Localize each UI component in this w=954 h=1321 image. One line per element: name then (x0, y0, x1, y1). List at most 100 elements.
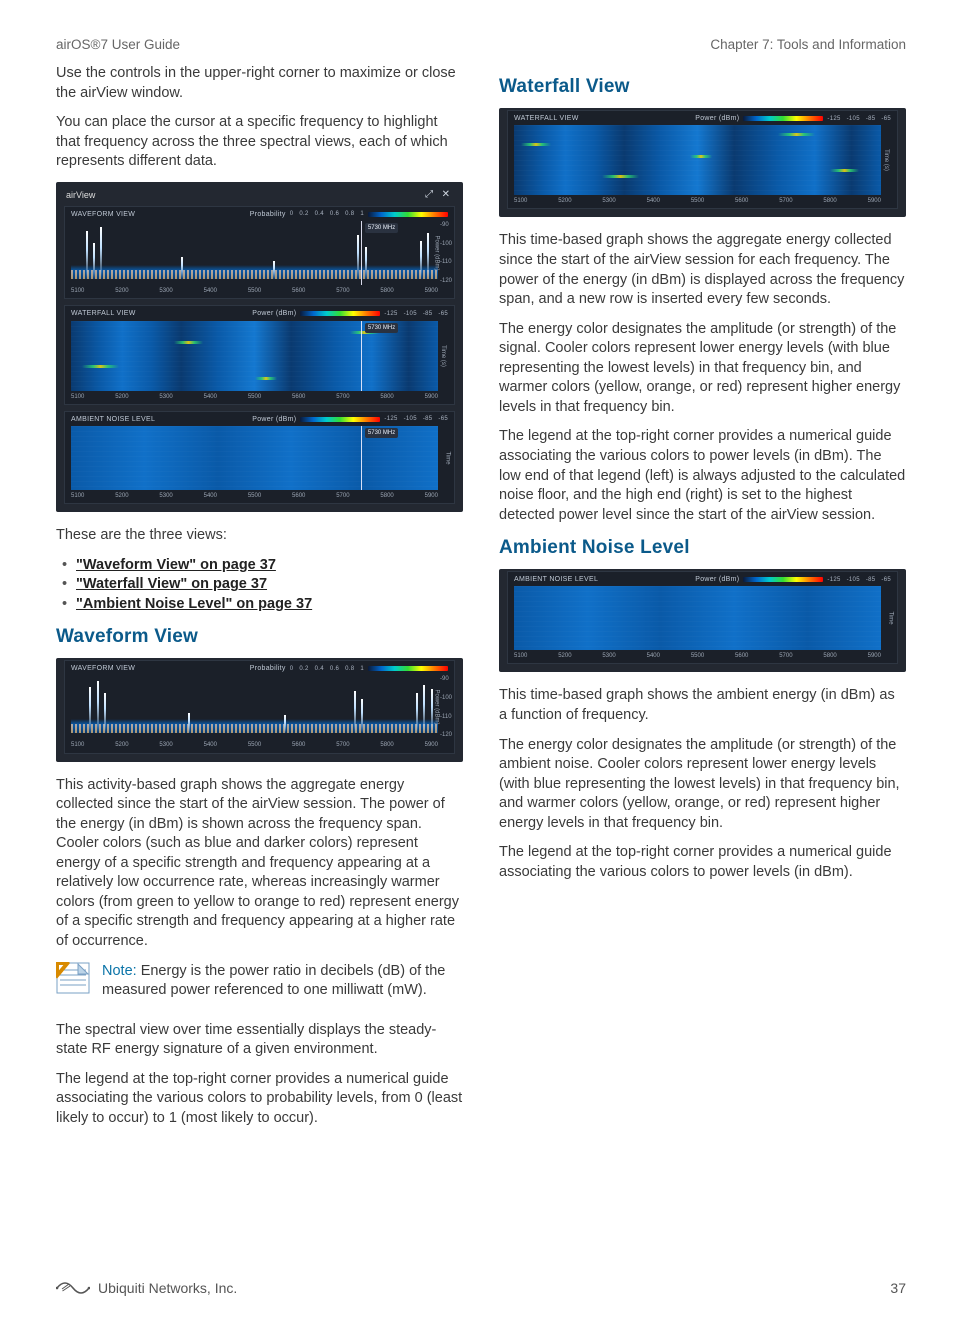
x-tick: 5700 (336, 492, 349, 500)
legend-tick: -105 (847, 115, 860, 123)
legend-tick: -125 (384, 310, 397, 318)
body-text: This activity-based graph shows the aggr… (56, 776, 463, 952)
x-tick: 5700 (779, 652, 792, 660)
x-tick: 5200 (115, 492, 128, 500)
y-tick: -120 (440, 277, 452, 285)
legend-gradient (300, 311, 380, 316)
ubiquiti-logo-icon (56, 1280, 90, 1296)
y-tick: -100 (440, 240, 452, 248)
x-tick: 5400 (647, 652, 660, 660)
legend-label: Probability (250, 664, 286, 673)
x-tick: 5100 (514, 652, 527, 660)
legend-gradient (743, 116, 823, 121)
y-tick: -110 (440, 258, 452, 266)
link-waveform-view[interactable]: "Waveform View" on page 37 (76, 557, 276, 573)
link-waterfall-view[interactable]: "Waterfall View" on page 37 (76, 576, 267, 592)
heading-waveform: Waveform View (56, 624, 463, 650)
page-number: 37 (890, 1279, 906, 1298)
x-tick: 5800 (380, 492, 393, 500)
x-tick: 5300 (602, 197, 615, 205)
x-tick: 5200 (115, 287, 128, 295)
waveform-panel: WAVEFORM VIEW Probability 0 0.2 0.4 0.6 … (64, 206, 455, 300)
legend-tick: 0.8 (345, 210, 354, 218)
x-tick: 5900 (425, 393, 438, 401)
x-tick: 5700 (336, 741, 349, 749)
x-tick: 5600 (292, 287, 305, 295)
footer-brand: Ubiquiti Networks, Inc. (98, 1279, 237, 1298)
x-tick: 5900 (425, 492, 438, 500)
x-tick: 5100 (71, 393, 84, 401)
x-tick: 5800 (380, 287, 393, 295)
x-tick: 5100 (71, 492, 84, 500)
legend-label: Power (dBm) (252, 415, 296, 424)
legend-tick: -125 (827, 115, 840, 123)
legend-label: Probability (250, 210, 286, 219)
heading-waterfall: Waterfall View (499, 74, 906, 100)
x-tick: 5900 (425, 287, 438, 295)
body-text: The legend at the top-right corner provi… (499, 843, 906, 882)
x-tick: 5200 (558, 652, 571, 660)
note-text: Note: Energy is the power ratio in decib… (102, 962, 463, 1001)
x-tick: 5600 (735, 197, 748, 205)
waterfall-figure: WATERFALL VIEW Power (dBm) -125 -105 -85… (499, 108, 906, 218)
cursor-frequency: 5730 MHz (365, 428, 398, 438)
x-tick: 5400 (204, 287, 217, 295)
x-tick: 5800 (380, 741, 393, 749)
heading-ambient: Ambient Noise Level (499, 535, 906, 561)
x-tick: 5500 (248, 492, 261, 500)
x-tick: 5100 (71, 741, 84, 749)
x-tick: 5800 (823, 652, 836, 660)
legend-gradient (368, 212, 448, 217)
doc-title: airOS®7 User Guide (56, 36, 180, 54)
x-tick: 5200 (115, 393, 128, 401)
y-axis-label: Power (dBm) (432, 235, 440, 270)
x-tick: 5600 (292, 492, 305, 500)
legend-gradient (743, 577, 823, 582)
y-tick: -90 (440, 221, 452, 229)
body-text: You can place the cursor at a specific f… (56, 113, 463, 172)
x-tick: 5300 (159, 741, 172, 749)
y-tick: -90 (440, 675, 452, 683)
legend-label: Power (dBm) (252, 309, 296, 318)
y-tick: -110 (440, 713, 452, 721)
legend-tick: -85 (423, 310, 433, 318)
maximize-icon[interactable]: ⤢ (422, 189, 436, 200)
legend-tick: 0.4 (315, 210, 324, 218)
body-text: Use the controls in the upper-right corn… (56, 64, 463, 103)
legend-tick: 0 (290, 210, 294, 218)
chapter-title: Chapter 7: Tools and Information (710, 36, 906, 54)
legend-tick: -125 (384, 415, 397, 423)
x-tick: 5700 (336, 393, 349, 401)
x-tick: 5400 (647, 197, 660, 205)
link-ambient-noise[interactable]: "Ambient Noise Level" on page 37 (76, 596, 312, 612)
legend-tick: -85 (866, 576, 876, 584)
x-tick: 5900 (425, 741, 438, 749)
x-tick: 5700 (336, 287, 349, 295)
x-tick: 5300 (602, 652, 615, 660)
legend-tick: 0.6 (330, 210, 339, 218)
body-text: This time-based graph shows the ambient … (499, 686, 906, 725)
x-tick: 5500 (691, 652, 704, 660)
x-tick: 5500 (248, 741, 261, 749)
body-text: The legend at the top-right corner provi… (499, 427, 906, 525)
legend-tick: -65 (881, 115, 891, 123)
y-axis-label: Time (443, 451, 451, 464)
x-tick: 5300 (159, 492, 172, 500)
legend-tick: -85 (423, 415, 433, 423)
x-tick: 5700 (779, 197, 792, 205)
legend-tick: 0.2 (299, 665, 308, 673)
x-tick: 5400 (204, 492, 217, 500)
x-tick: 5500 (248, 393, 261, 401)
ambient-figure: AMBIENT NOISE LEVEL Power (dBm) -125 -10… (499, 569, 906, 673)
legend-label: Power (dBm) (695, 114, 739, 123)
cursor-frequency: 5730 MHz (365, 323, 398, 333)
x-tick: 5500 (691, 197, 704, 205)
panel-title: WATERFALL VIEW (514, 114, 579, 123)
close-icon[interactable]: ✕ (439, 189, 453, 200)
panel-title: AMBIENT NOISE LEVEL (514, 575, 598, 584)
legend-tick: -105 (847, 576, 860, 584)
legend-tick: 0.6 (330, 665, 339, 673)
legend-tick: 0.2 (299, 210, 308, 218)
legend-tick: -105 (404, 310, 417, 318)
x-tick: 5100 (71, 287, 84, 295)
